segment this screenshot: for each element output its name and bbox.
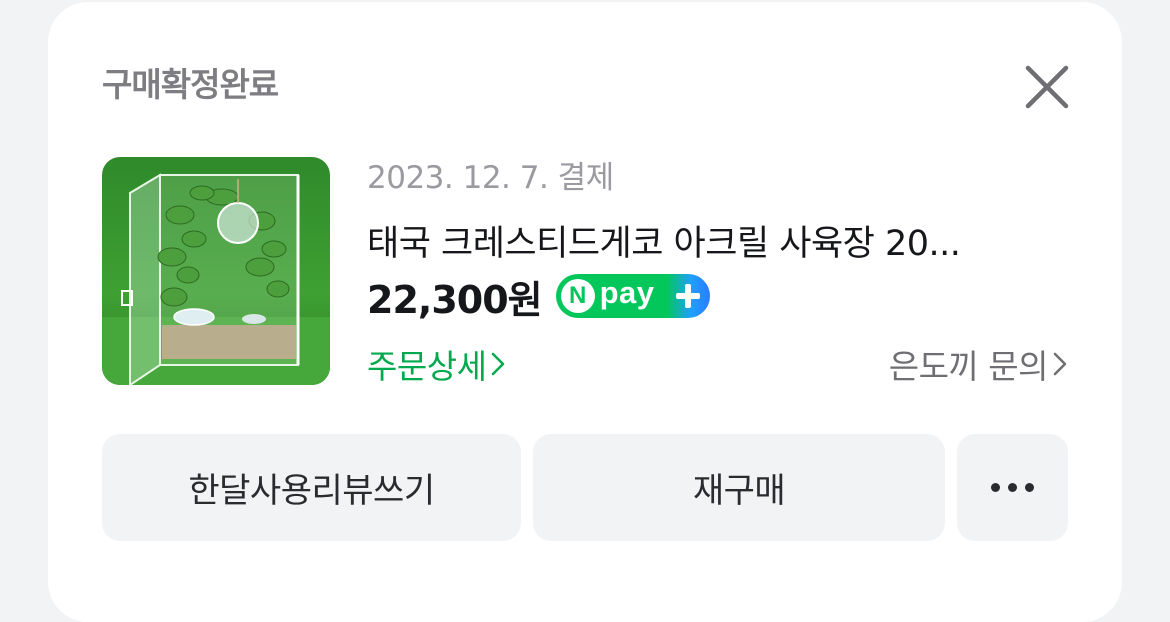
page-title: 구매확정완료 (102, 65, 279, 104)
chevron-right-icon (492, 352, 505, 376)
close-button[interactable] (1020, 62, 1074, 116)
order-detail-link[interactable]: 주문상세 (367, 340, 506, 388)
plus-icon (675, 284, 700, 308)
close-icon (1025, 65, 1069, 109)
product-name[interactable]: 태국 크레스티드게코 아크릴 사육장 20... (367, 215, 1062, 266)
product-thumbnail[interactable] (102, 157, 330, 385)
seller-inquiry-link[interactable]: 은도끼 문의 (889, 340, 1068, 388)
npay-label: pay (599, 275, 655, 310)
price: 22,300원 (367, 277, 543, 322)
rebuy-label: 재구매 (692, 471, 786, 511)
terrarium-image (102, 157, 330, 385)
more-options-button[interactable] (957, 434, 1068, 541)
npay-plus-badge: N pay (555, 274, 710, 318)
write-review-label: 한달사용리뷰쓰기 (188, 471, 435, 511)
order-detail-label: 주문상세 (367, 347, 487, 386)
seller-inquiry-label: 은도끼 문의 (888, 347, 1049, 386)
price-row: 22,300원 N pay (367, 270, 710, 322)
rebuy-button[interactable]: 재구매 (533, 434, 945, 541)
write-review-button[interactable]: 한달사용리뷰쓰기 (102, 434, 521, 541)
npay-n-icon: N (560, 279, 595, 313)
more-horizontal-icon (991, 483, 1034, 492)
payment-date: 2023. 12. 7. 결제 (367, 160, 614, 196)
chevron-right-icon (1053, 352, 1067, 376)
